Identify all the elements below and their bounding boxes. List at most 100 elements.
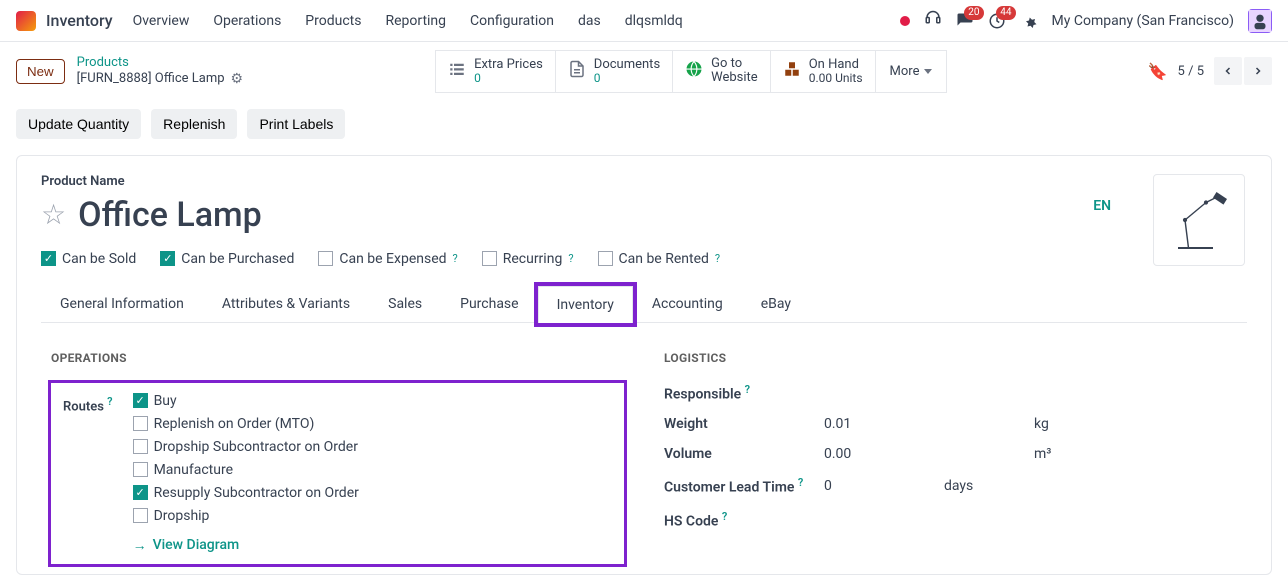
topnav-reporting[interactable]: Reporting: [385, 13, 446, 29]
more-button[interactable]: More: [876, 50, 947, 93]
app-icon[interactable]: [16, 11, 36, 31]
product-image[interactable]: [1153, 174, 1245, 266]
can-be-expensed-label: Can be Expensed: [339, 251, 446, 267]
arrow-right-icon: →: [133, 537, 147, 554]
lead-time-label: Customer Lead Time: [664, 480, 794, 496]
route-manufacture-checkbox[interactable]: Manufacture: [133, 462, 359, 478]
company-name[interactable]: My Company (San Francisco): [1052, 13, 1234, 29]
gear-icon[interactable]: ⚙: [231, 71, 244, 88]
replenish-button[interactable]: Replenish: [151, 109, 237, 139]
route-resupply-sub-label: Resupply Subcontractor on Order: [154, 485, 359, 501]
can-be-rented-checkbox[interactable]: Can be Rented?: [598, 251, 721, 267]
stat-goto-label2: Website: [711, 71, 758, 85]
boxes-icon: [783, 60, 801, 82]
tab-general-information[interactable]: General Information: [41, 285, 203, 322]
stat-go-to-website[interactable]: Go to Website: [673, 50, 771, 93]
topnav-configuration[interactable]: Configuration: [470, 13, 554, 29]
help-icon[interactable]: ?: [722, 510, 727, 523]
can-be-expensed-checkbox[interactable]: Can be Expensed?: [318, 251, 457, 267]
topnav-overview[interactable]: Overview: [133, 13, 190, 29]
language-button[interactable]: EN: [1093, 198, 1111, 214]
product-name[interactable]: Office Lamp: [78, 195, 262, 235]
breadcrumb-parent[interactable]: Products: [77, 55, 243, 71]
new-button[interactable]: New: [16, 59, 65, 84]
topbar-right: 20 44 My Company (San Francisco): [900, 9, 1272, 33]
view-diagram-link[interactable]: → View Diagram: [133, 537, 359, 554]
help-icon[interactable]: ?: [568, 252, 573, 265]
route-dropship-sub-checkbox[interactable]: Dropship Subcontractor on Order: [133, 439, 359, 455]
inventory-tab-body: OPERATIONS Routes ? ✓Buy Replenish on Or…: [41, 323, 1247, 574]
user-avatar[interactable]: [1248, 9, 1272, 33]
route-mto-checkbox[interactable]: Replenish on Order (MTO): [133, 416, 359, 432]
stat-extra-prices[interactable]: Extra Prices 0: [435, 50, 556, 93]
weight-field[interactable]: Weight 0.01 kg: [664, 416, 1237, 432]
help-icon[interactable]: ?: [107, 395, 112, 408]
bookmark-icon[interactable]: 🔖: [1148, 62, 1168, 81]
operations-title: OPERATIONS: [51, 351, 624, 365]
activities-icon[interactable]: 44: [988, 12, 1006, 30]
topnav-products[interactable]: Products: [305, 13, 361, 29]
product-name-label: Product Name: [41, 174, 1247, 189]
help-icon[interactable]: ?: [745, 383, 750, 396]
can-be-sold-checkbox[interactable]: ✓Can be Sold: [41, 251, 136, 267]
pager-text[interactable]: 5 / 5: [1178, 64, 1204, 79]
pager-section: 🔖 5 / 5: [1148, 57, 1272, 85]
debug-icon[interactable]: [1020, 10, 1038, 32]
app-title[interactable]: Inventory: [46, 11, 113, 30]
topnav-operations[interactable]: Operations: [213, 13, 281, 29]
can-be-rented-label: Can be Rented: [619, 251, 709, 267]
stat-row: Extra Prices 0 Documents 0 Go to Website: [435, 50, 946, 93]
stat-documents-value: 0: [594, 72, 660, 85]
tab-accounting[interactable]: Accounting: [633, 285, 742, 322]
tab-ebay[interactable]: eBay: [742, 285, 810, 322]
help-icon[interactable]: ?: [453, 252, 458, 265]
stat-goto-label1: Go to: [711, 57, 758, 71]
breadcrumb: Products [FURN_8888] Office Lamp ⚙: [77, 55, 243, 87]
can-be-purchased-label: Can be Purchased: [181, 251, 294, 267]
messages-icon[interactable]: 20: [956, 12, 974, 30]
globe-icon: [685, 60, 703, 82]
stat-onhand-value: 0.00 Units: [809, 72, 863, 85]
volume-value: 0.00: [824, 446, 944, 462]
print-labels-button[interactable]: Print Labels: [247, 109, 345, 139]
responsible-field[interactable]: Responsible ?: [664, 383, 1237, 403]
volume-unit: m³: [1034, 446, 1051, 462]
recurring-checkbox[interactable]: Recurring?: [482, 251, 574, 267]
tab-sales[interactable]: Sales: [369, 285, 441, 322]
pager-prev-button[interactable]: [1214, 57, 1242, 85]
view-diagram-label: View Diagram: [153, 537, 240, 553]
stat-on-hand[interactable]: On Hand 0.00 Units: [771, 50, 876, 93]
recording-dot-icon: [900, 16, 910, 26]
logistics-column: LOGISTICS Responsible ? Weight 0.01 kg V…: [664, 351, 1237, 564]
breadcrumb-current: [FURN_8888] Office Lamp ⚙: [77, 71, 243, 88]
volume-field[interactable]: Volume 0.00 m³: [664, 446, 1237, 462]
tab-attributes-variants[interactable]: Attributes & Variants: [203, 285, 369, 322]
lamp-icon: [1164, 185, 1234, 255]
title-row: ☆ Office Lamp: [41, 195, 1247, 235]
stat-documents[interactable]: Documents 0: [556, 50, 673, 93]
topnav-das[interactable]: das: [578, 13, 601, 29]
voip-icon[interactable]: [924, 10, 942, 32]
product-flags: ✓Can be Sold ✓Can be Purchased Can be Ex…: [41, 251, 1247, 267]
help-icon[interactable]: ?: [715, 252, 720, 265]
update-quantity-button[interactable]: Update Quantity: [16, 109, 141, 139]
volume-label: Volume: [664, 446, 824, 462]
route-mto-label: Replenish on Order (MTO): [154, 416, 315, 432]
favorite-star-icon[interactable]: ☆: [41, 198, 66, 231]
can-be-purchased-checkbox[interactable]: ✓Can be Purchased: [160, 251, 294, 267]
lead-time-field[interactable]: Customer Lead Time ? 0 days: [664, 476, 1237, 496]
route-buy-checkbox[interactable]: ✓Buy: [133, 393, 359, 409]
tab-inventory[interactable]: Inventory: [538, 286, 633, 323]
lead-time-unit: days: [944, 478, 973, 494]
route-resupply-sub-checkbox[interactable]: ✓Resupply Subcontractor on Order: [133, 485, 359, 501]
pager-next-button[interactable]: [1244, 57, 1272, 85]
actions-row: Update Quantity Replenish Print Labels: [0, 101, 1288, 147]
stat-extra-prices-value: 0: [474, 72, 543, 85]
content-card: Product Name ☆ Office Lamp EN ✓Can be So…: [16, 155, 1272, 575]
route-dropship-checkbox[interactable]: Dropship: [133, 508, 359, 524]
help-icon[interactable]: ?: [798, 476, 803, 489]
tab-purchase[interactable]: Purchase: [441, 285, 537, 322]
hs-code-field[interactable]: HS Code ?: [664, 510, 1237, 530]
topnav-dlqsmldq[interactable]: dlqsmldq: [625, 13, 683, 29]
weight-value: 0.01: [824, 416, 944, 432]
